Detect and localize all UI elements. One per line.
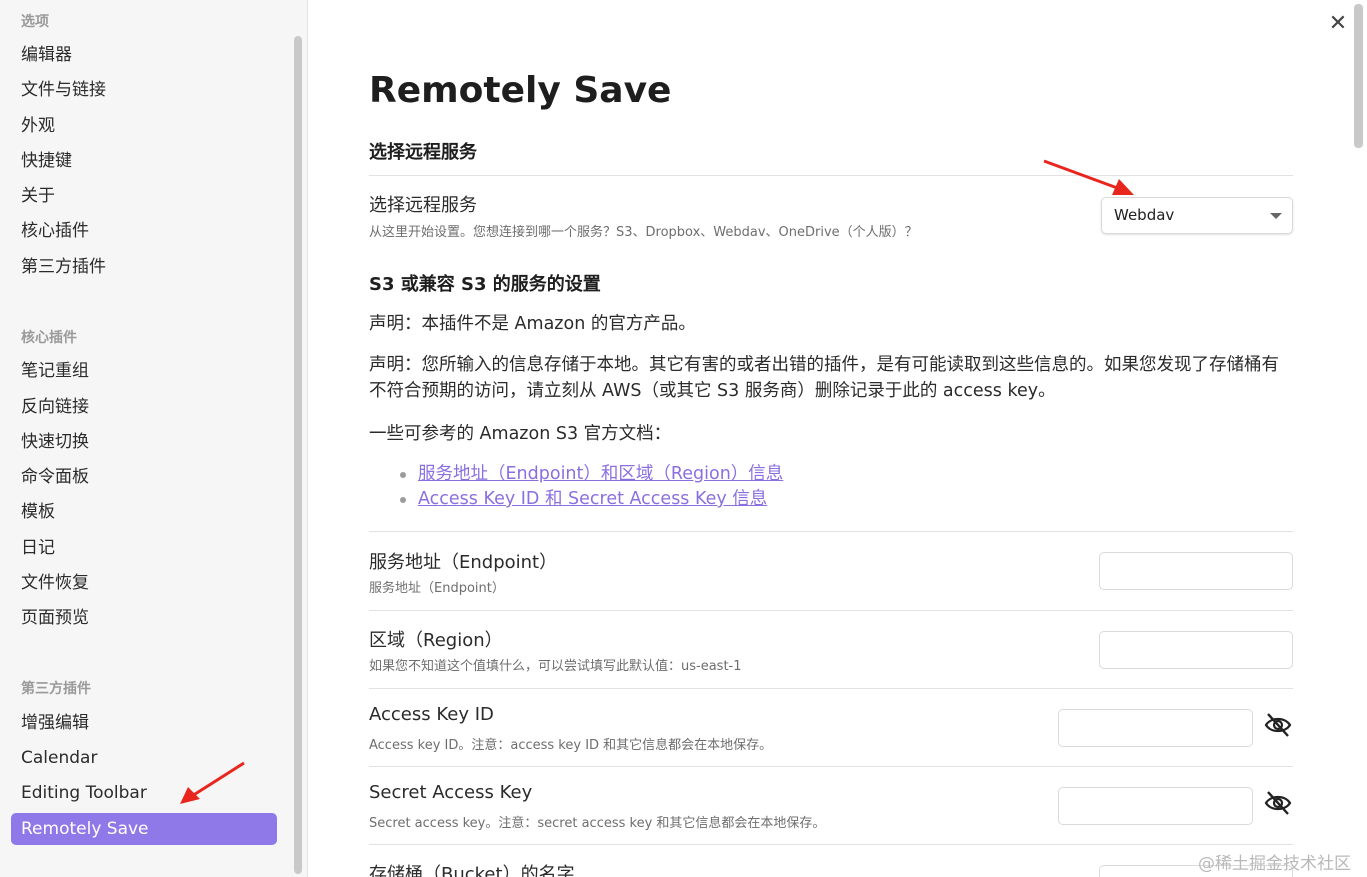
sidebar-item-about[interactable]: 关于	[11, 180, 277, 212]
setting-name-bucket: 存储桶（Bucket）的名字	[369, 864, 575, 877]
settings-sidebar: 选项 编辑器 文件与链接 外观 快捷键 关于 核心插件 第三方插件 核心插件 笔…	[0, 0, 308, 877]
annotation-arrow-select	[1043, 159, 1134, 195]
sidebar-item-appearance[interactable]: 外观	[11, 110, 277, 142]
sidebar-item-backlinks[interactable]: 反向链接	[11, 391, 277, 423]
section-heading-remote-service: 选择远程服务	[369, 142, 477, 163]
disclaimer-official: 声明：本插件不是 Amazon 的官方产品。	[369, 314, 696, 334]
chevron-down-icon	[1270, 213, 1282, 219]
setting-name-remote-service: 选择远程服务	[369, 195, 477, 216]
sidebar-item-quick-switcher[interactable]: 快速切换	[11, 426, 277, 458]
content-scrollbar[interactable]	[1354, 4, 1363, 148]
setting-name-endpoint: 服务地址（Endpoint）	[369, 552, 558, 573]
sidebar-item-files-links[interactable]: 文件与链接	[11, 74, 277, 106]
section-heading-s3: S3 或兼容 S3 的服务的设置	[369, 274, 601, 295]
watermark: @稀土掘金技术社区	[1198, 854, 1351, 874]
group-title-core: 核心插件	[21, 330, 77, 346]
doc-links-list: 服务地址（Endpoint）和区域（Region）信息 Access Key I…	[400, 462, 783, 512]
sidebar-item-daily-notes[interactable]: 日记	[11, 532, 277, 564]
setting-name-access-key: Access Key ID	[369, 704, 494, 725]
setting-desc-region: 如果您不知道这个值填什么，可以尝试填写此默认值：us-east-1	[369, 659, 742, 674]
sidebar-item-page-preview[interactable]: 页面预览	[11, 602, 277, 634]
sidebar-item-core-plugins[interactable]: 核心插件	[11, 215, 277, 247]
sidebar-scrollbar[interactable]	[294, 36, 302, 874]
access-key-input[interactable]	[1058, 709, 1253, 747]
setting-desc-access-key: Access key ID。注意：access key ID 和其它信息都会在本…	[369, 738, 773, 753]
access-key-doc-link[interactable]: Access Key ID 和 Secret Access Key 信息	[418, 489, 767, 509]
setting-desc-remote-service: 从这里开始设置。您想连接到哪一个服务？S3、Dropbox、Webdav、One…	[369, 225, 918, 240]
sidebar-item-command-palette[interactable]: 命令面板	[11, 461, 277, 493]
sidebar-item-enhanced-editing[interactable]: 增强编辑	[11, 707, 277, 739]
sidebar-item-third-party-plugins[interactable]: 第三方插件	[11, 251, 277, 283]
group-title-options: 选项	[21, 14, 49, 30]
list-item: 服务地址（Endpoint）和区域（Region）信息	[400, 462, 783, 487]
group-title-third-party: 第三方插件	[21, 681, 91, 697]
divider	[369, 175, 1293, 176]
docs-intro: 一些可参考的 Amazon S3 官方文档：	[369, 424, 672, 444]
setting-name-secret-key: Secret Access Key	[369, 782, 533, 803]
setting-name-region: 区域（Region）	[369, 630, 503, 651]
secret-key-input[interactable]	[1058, 787, 1253, 825]
divider	[369, 531, 1293, 532]
remote-service-select-value: Webdav	[1114, 206, 1175, 224]
remote-service-select[interactable]: Webdav	[1101, 197, 1293, 234]
divider	[369, 844, 1293, 845]
sidebar-item-hotkeys[interactable]: 快捷键	[11, 145, 277, 177]
disclaimer-local-storage: 声明：您所输入的信息存储于本地。其它有害的或者出错的插件，是有可能读取到这些信息…	[369, 355, 1279, 401]
list-item: Access Key ID 和 Secret Access Key 信息	[400, 487, 783, 512]
divider	[369, 688, 1293, 689]
sidebar-item-templates[interactable]: 模板	[11, 496, 277, 528]
region-input[interactable]	[1099, 631, 1293, 669]
divider	[369, 766, 1293, 767]
close-icon[interactable]: ✕	[1328, 13, 1348, 35]
page-title: Remotely Save	[369, 70, 672, 111]
sidebar-item-file-recovery[interactable]: 文件恢复	[11, 567, 277, 599]
setting-desc-endpoint: 服务地址（Endpoint）	[369, 581, 505, 596]
eye-off-icon[interactable]	[1263, 710, 1293, 740]
annotation-arrow-sidebar	[180, 761, 245, 804]
sidebar-item-editor[interactable]: 编辑器	[11, 39, 277, 71]
divider	[369, 610, 1293, 611]
eye-off-icon[interactable]	[1263, 788, 1293, 818]
setting-desc-secret-key: Secret access key。注意：secret access key 和…	[369, 816, 826, 831]
endpoint-input[interactable]	[1099, 552, 1293, 590]
sidebar-item-remotely-save[interactable]: Remotely Save	[11, 813, 277, 845]
endpoint-region-doc-link[interactable]: 服务地址（Endpoint）和区域（Region）信息	[418, 464, 783, 484]
sidebar-item-note-composer[interactable]: 笔记重组	[11, 355, 277, 387]
